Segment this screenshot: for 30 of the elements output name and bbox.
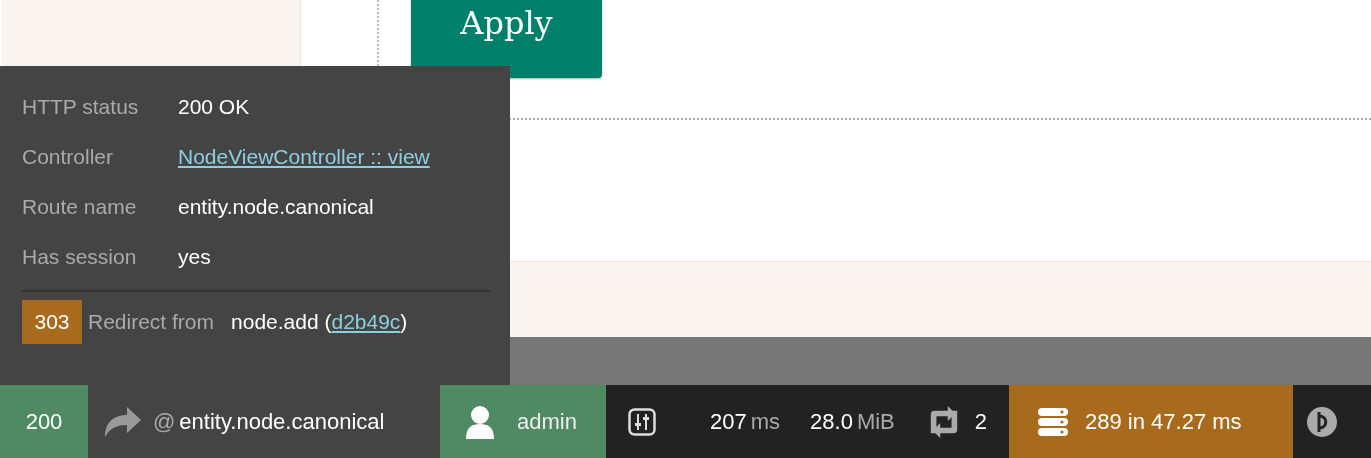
redirect-arrow-icon [103,404,143,439]
query-summary: 289 in 47.27 ms [1085,408,1242,435]
circle-logo-icon [1306,405,1338,438]
memory-value: 28.0 [810,408,853,435]
user-name: admin [517,408,577,435]
field-label: Has session [22,245,138,269]
field-label: Route name [22,195,138,219]
field-value: yes [178,245,211,269]
status-code[interactable]: 200 [0,385,88,458]
person-icon [465,404,495,439]
field-value: 200 OK [178,95,250,119]
memory-unit: MiB [856,408,895,435]
ajax-count: 2 [974,408,987,435]
field-value: entity.node.canonical [178,195,374,219]
sliders-icon[interactable] [628,407,656,436]
redirect-code: 303 [22,300,82,344]
at-sign: @ [153,408,176,435]
user-item[interactable]: admin [440,385,606,458]
route-name: entity.node.canonical [179,408,385,435]
database-icon [1037,405,1069,438]
database-item[interactable]: 289 in 47.27 ms [1009,385,1293,458]
time-value: 207 [710,408,747,435]
controller-link[interactable]: NodeViewController :: view [178,145,430,169]
field-label: Redirect from [88,310,215,334]
time-unit: ms [750,408,781,435]
apply-button[interactable]: Apply [411,0,602,78]
request-item[interactable]: @ entity.node.canonical [88,385,440,458]
field-label: Controller [22,145,115,169]
redirect-value: node.add (d2b49c) [231,310,408,334]
field-label: HTTP status [22,95,140,119]
